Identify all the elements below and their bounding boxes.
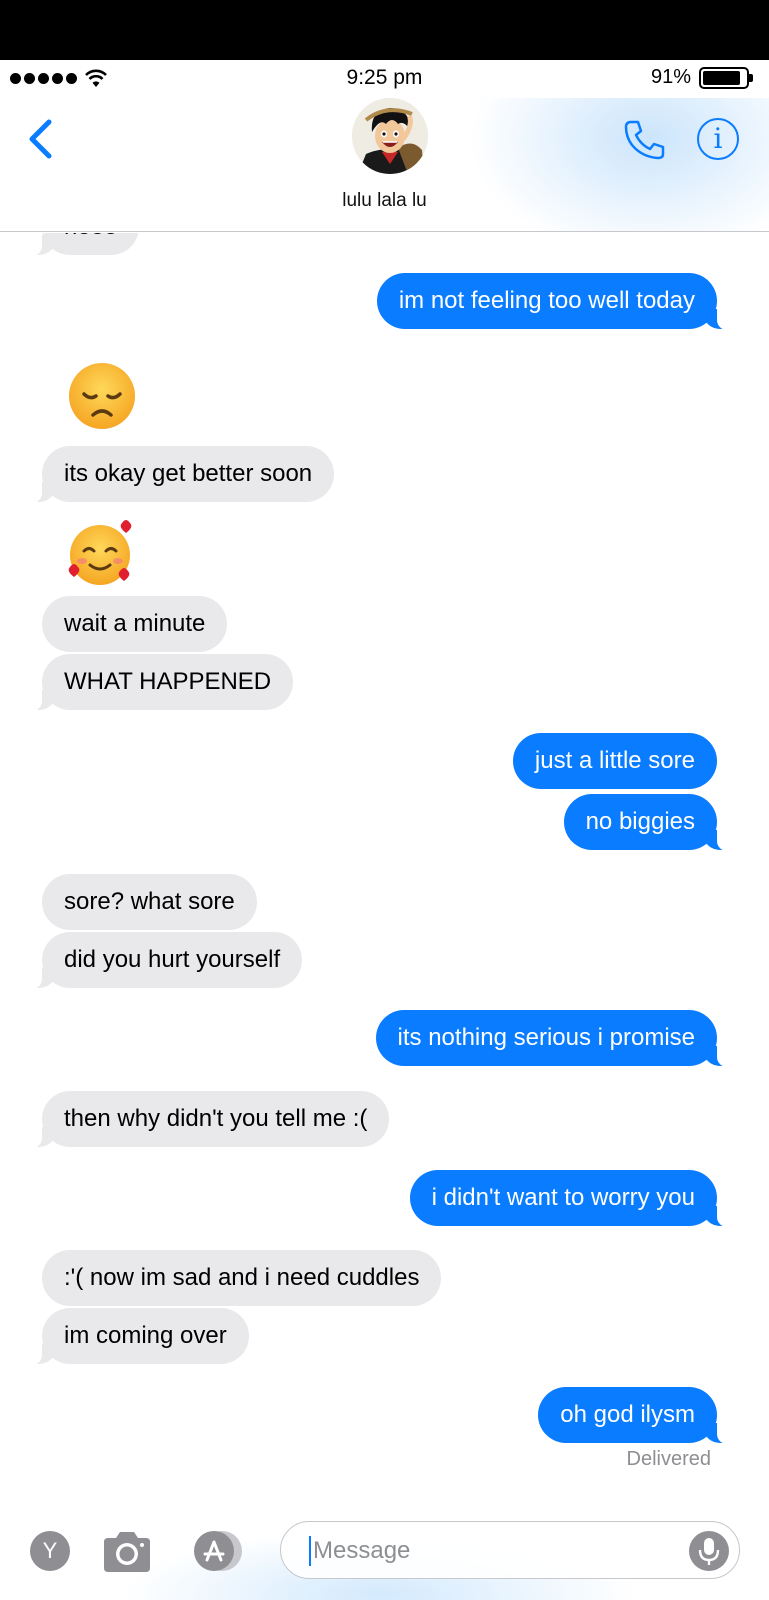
- compose-bar: Y Message: [0, 1520, 769, 1600]
- battery-percent: 91%: [650, 66, 691, 88]
- camera-icon[interactable]: [100, 1528, 154, 1574]
- message-sent[interactable]: oh god ilysm: [538, 1387, 727, 1444]
- message-thread[interactable]: heee im not feeling too well today its o…: [0, 233, 769, 1520]
- message-received[interactable]: im coming over: [32, 1308, 249, 1365]
- message-received[interactable]: heee: [31, 233, 140, 256]
- app-store-icon[interactable]: [190, 1529, 244, 1573]
- info-button[interactable]: i: [697, 118, 739, 160]
- message-sent[interactable]: its nothing serious i promise: [375, 1010, 728, 1067]
- delivered-status: Delivered: [626, 1448, 711, 1470]
- message-received[interactable]: did you hurt yourself: [31, 932, 303, 989]
- avatar-image: [352, 98, 428, 174]
- contact-name[interactable]: lulu lala lu: [0, 190, 769, 212]
- message-sent[interactable]: no biggies: [563, 794, 728, 851]
- message-sent[interactable]: im not feeling too well today: [376, 273, 728, 330]
- contact-avatar[interactable]: [352, 98, 428, 174]
- y-app-button[interactable]: Y: [30, 1531, 70, 1571]
- conversation-header: lulu lala lu i: [0, 98, 769, 232]
- disappointed-face-emoji[interactable]: [66, 360, 138, 432]
- microphone-icon[interactable]: [689, 1531, 729, 1571]
- message-received[interactable]: its okay get better soon: [31, 446, 335, 503]
- message-placeholder: Message: [313, 1537, 411, 1564]
- message-sent[interactable]: i didn't want to worry you: [409, 1170, 728, 1227]
- message-sent[interactable]: just a little sore: [512, 733, 717, 789]
- smiling-face-with-hearts-emoji[interactable]: [64, 517, 136, 589]
- battery-icon: [699, 67, 753, 89]
- phone-icon[interactable]: [622, 118, 666, 162]
- top-black-bar: [0, 0, 769, 60]
- message-input[interactable]: Message: [280, 1521, 740, 1579]
- status-bar: 9:25 pm 91%: [0, 60, 769, 98]
- text-caret: [309, 1536, 311, 1566]
- message-received[interactable]: :'( now im sad and i need cuddles: [42, 1250, 442, 1306]
- message-received[interactable]: WHAT HAPPENED: [31, 654, 294, 711]
- message-received[interactable]: wait a minute: [42, 596, 228, 652]
- chevron-left-icon[interactable]: [24, 116, 58, 162]
- message-received[interactable]: then why didn't you tell me :(: [31, 1091, 390, 1148]
- message-received[interactable]: sore? what sore: [42, 874, 257, 930]
